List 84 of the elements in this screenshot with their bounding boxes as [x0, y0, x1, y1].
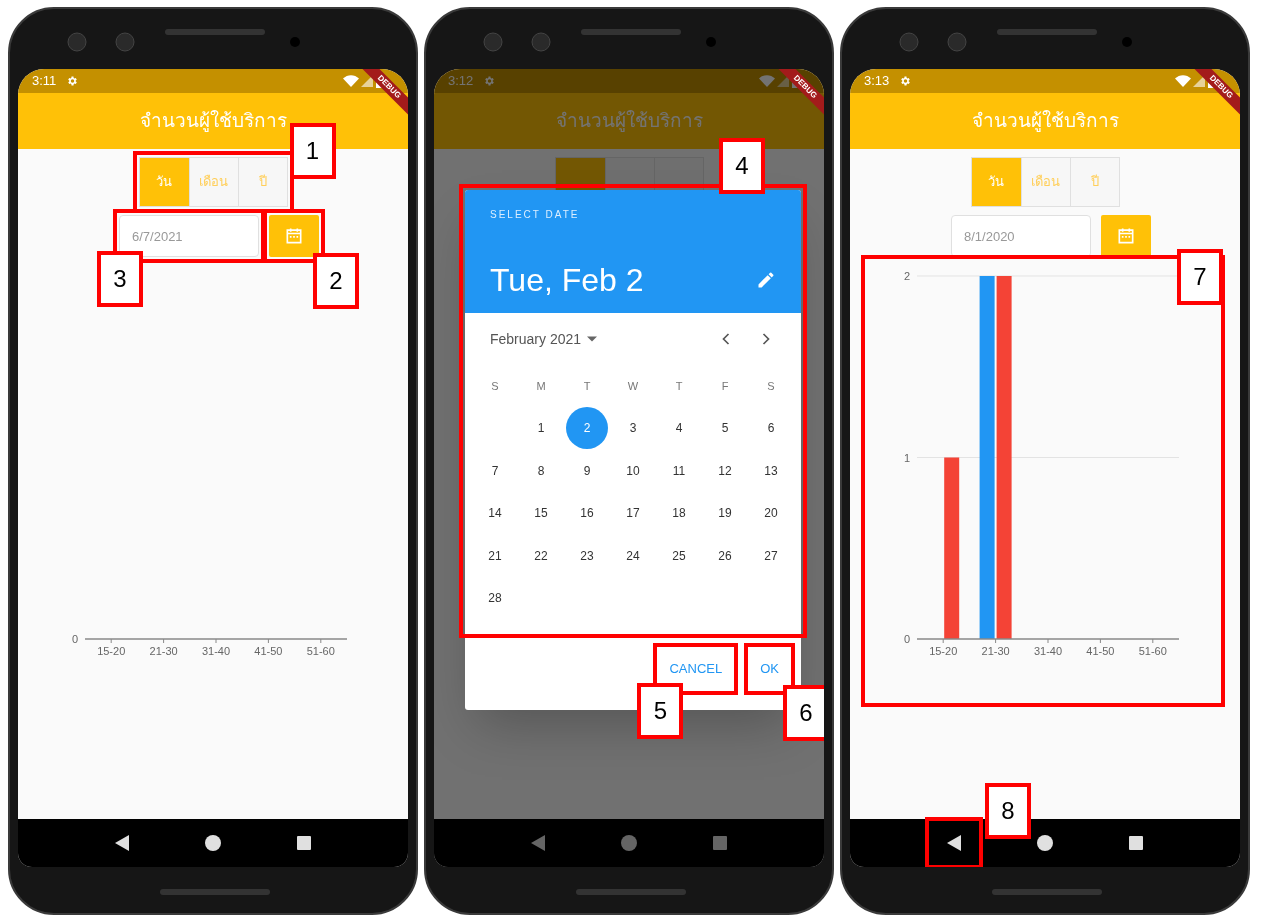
- day-cell[interactable]: 10: [612, 449, 654, 492]
- day-cell[interactable]: 14: [474, 492, 516, 535]
- home-icon[interactable]: [205, 835, 221, 851]
- signal-icon: [1193, 75, 1205, 87]
- day-cell[interactable]: 19: [704, 492, 746, 535]
- weekday-label: M: [536, 378, 546, 394]
- back-icon: [947, 835, 961, 851]
- weekday-label: F: [721, 378, 729, 394]
- day-cell[interactable]: 8: [520, 449, 562, 492]
- callout-number: 5: [637, 682, 684, 739]
- day-cell[interactable]: 20: [750, 492, 792, 535]
- day-cell[interactable]: 22: [520, 534, 562, 577]
- status-time: 3:12: [448, 72, 474, 91]
- tick-label: 1: [903, 451, 910, 464]
- category-label: 31-40: [1033, 645, 1063, 657]
- weekday-label: T: [675, 378, 683, 394]
- callout-number: 7: [1177, 249, 1223, 305]
- gear-icon: [483, 75, 496, 87]
- back-icon: [115, 835, 129, 851]
- home-icon[interactable]: [1037, 835, 1053, 851]
- day-cell[interactable]: 27: [750, 534, 792, 577]
- day-cell[interactable]: 4: [658, 407, 700, 450]
- category-label: 51-60: [306, 645, 335, 657]
- category-label: 21-30: [981, 645, 1010, 657]
- day-cell[interactable]: 26: [704, 534, 746, 577]
- callout-number: 2: [313, 253, 359, 309]
- app-title: จำนวนผู้ใช้บริการ: [971, 108, 1119, 134]
- day-cell[interactable]: 15: [520, 492, 562, 535]
- dropdown-caret-icon: [587, 336, 598, 342]
- tick-label: 2: [903, 270, 910, 282]
- callout-number: 8: [985, 783, 1031, 839]
- day-cell[interactable]: 18: [658, 492, 700, 535]
- tick-label: 0: [903, 633, 910, 645]
- category-label: 41-50: [1086, 645, 1115, 657]
- day-cell[interactable]: 6: [750, 407, 792, 450]
- gear-icon: [66, 75, 79, 87]
- category-label: 15-20: [929, 645, 958, 657]
- callout-number: 6: [783, 684, 824, 741]
- day-cell[interactable]: 13: [750, 449, 792, 492]
- gear-icon: [899, 75, 912, 87]
- weekday-label: S: [491, 378, 499, 394]
- day-cell[interactable]: 21: [474, 534, 516, 577]
- callout-number: 3: [97, 251, 143, 307]
- calendar-button[interactable]: [1101, 215, 1151, 257]
- day-cell[interactable]: 28: [474, 577, 516, 620]
- day-cell[interactable]: 9: [566, 449, 608, 492]
- category-label: 15-20: [97, 645, 126, 657]
- calendar-icon: [284, 226, 304, 246]
- wifi-icon: [759, 75, 775, 87]
- app-title: จำนวนผู้ใช้บริการ: [555, 108, 703, 134]
- day-cell[interactable]: 17: [612, 492, 654, 535]
- day-cell[interactable]: 16: [566, 492, 608, 535]
- category-label: 31-40: [201, 645, 231, 657]
- signal-icon: [361, 75, 373, 87]
- month-dropdown[interactable]: February 2021: [490, 328, 598, 350]
- day-cell[interactable]: 1: [520, 407, 562, 450]
- selected-date: Tue, Feb 2: [490, 261, 644, 300]
- header-label: SELECT DATE: [490, 208, 581, 222]
- day-cell[interactable]: 3: [612, 407, 654, 450]
- tick-label: 0: [71, 633, 78, 645]
- weekday-label: W: [627, 378, 639, 394]
- day-cell[interactable]: 12: [704, 449, 746, 492]
- day-cell[interactable]: 24: [612, 534, 654, 577]
- status-time: 3:13: [864, 72, 890, 91]
- back-icon: [531, 835, 545, 851]
- status-time: 3:11: [32, 72, 57, 91]
- edit-icon[interactable]: [756, 270, 776, 290]
- day-cell[interactable]: 11: [658, 449, 700, 492]
- weekday-label: S: [767, 378, 775, 394]
- app-title: จำนวนผู้ใช้บริการ: [139, 108, 287, 134]
- day-cell[interactable]: 25: [658, 534, 700, 577]
- category-label: 41-50: [254, 645, 283, 657]
- weekday-label: T: [583, 378, 591, 394]
- callout-number: 1: [289, 123, 336, 179]
- category-label: 51-60: [1138, 645, 1167, 657]
- wifi-icon: [1175, 75, 1191, 87]
- day-cell[interactable]: 5: [704, 407, 746, 450]
- category-label: 21-30: [149, 645, 178, 657]
- annotation-frame: [925, 817, 983, 867]
- day-cell[interactable]: 23: [566, 534, 608, 577]
- callout-number: 4: [719, 138, 765, 194]
- calendar-icon: [1116, 226, 1136, 246]
- wifi-icon: [343, 75, 359, 87]
- day-cell[interactable]: 7: [474, 449, 516, 492]
